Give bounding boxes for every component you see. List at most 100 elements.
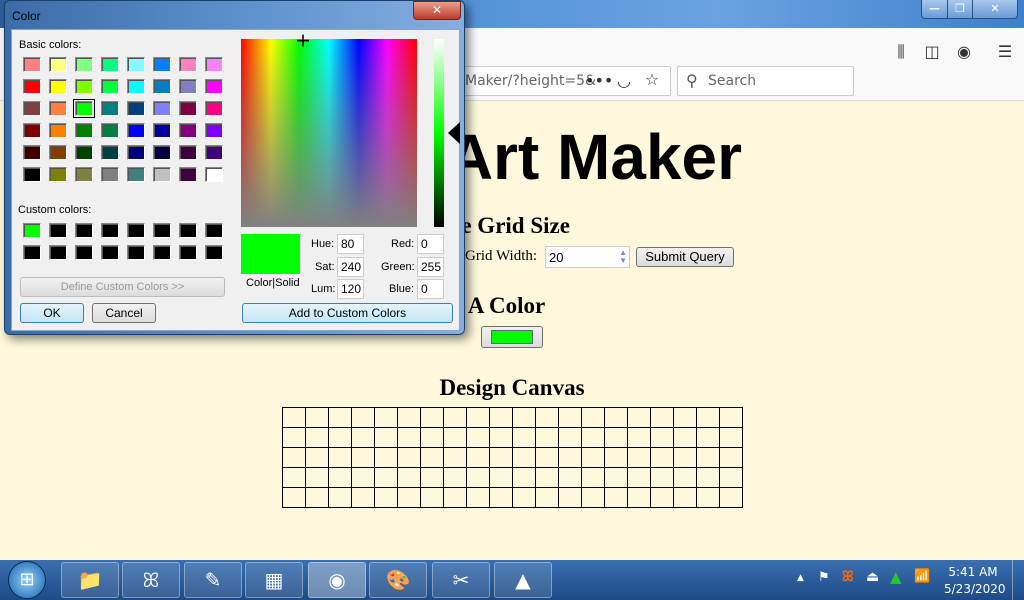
snipping-tool-icon[interactable]: ✂ — [432, 562, 490, 598]
design-canvas[interactable] — [282, 407, 743, 508]
canvas-cell[interactable] — [397, 447, 421, 468]
basic-color-swatch[interactable] — [23, 123, 41, 138]
basic-color-swatch[interactable] — [101, 57, 119, 72]
basic-color-swatch[interactable] — [127, 57, 145, 72]
canvas-cell[interactable] — [282, 427, 306, 448]
basic-color-swatch[interactable] — [23, 167, 41, 182]
show-desktop-button[interactable] — [1012, 560, 1024, 600]
canvas-cell[interactable] — [420, 467, 444, 488]
basic-color-swatch[interactable] — [49, 79, 67, 94]
usb-device-icon[interactable]: ⏏ — [866, 569, 879, 585]
add-to-custom-colors-button[interactable]: Add to Custom Colors — [242, 303, 453, 323]
basic-color-swatch[interactable] — [23, 101, 41, 116]
canvas-cell[interactable] — [627, 427, 651, 448]
star-icon[interactable]: ☆ — [641, 70, 663, 89]
basic-color-swatch[interactable] — [205, 101, 223, 116]
basic-color-swatch[interactable] — [49, 57, 67, 72]
basic-color-swatch[interactable] — [127, 145, 145, 160]
canvas-cell[interactable] — [351, 487, 375, 508]
basic-color-swatch[interactable] — [205, 79, 223, 94]
canvas-cell[interactable] — [351, 467, 375, 488]
basic-color-swatch[interactable] — [75, 167, 93, 182]
clock-date[interactable]: 5/23/2020 — [944, 582, 1006, 596]
hue-field[interactable]: 80 — [337, 234, 364, 254]
canvas-cell[interactable] — [351, 427, 375, 448]
basic-color-swatch[interactable] — [23, 57, 41, 72]
canvas-cell[interactable] — [535, 447, 559, 468]
clock-time[interactable]: 5:41 AM — [946, 565, 1000, 579]
basic-color-swatch[interactable] — [179, 167, 197, 182]
canvas-cell[interactable] — [696, 447, 720, 468]
canvas-cell[interactable] — [420, 447, 444, 468]
canvas-cell[interactable] — [489, 407, 513, 428]
basic-color-swatch[interactable] — [49, 167, 67, 182]
canvas-cell[interactable] — [535, 407, 559, 428]
canvas-cell[interactable] — [328, 487, 352, 508]
canvas-cell[interactable] — [489, 467, 513, 488]
canvas-cell[interactable] — [673, 467, 697, 488]
canvas-cell[interactable] — [489, 427, 513, 448]
canvas-cell[interactable] — [282, 487, 306, 508]
custom-color-swatch[interactable] — [49, 223, 67, 238]
spinner-icon[interactable]: ▲ ▼ — [619, 249, 627, 265]
restore-button[interactable]: ❐ — [947, 0, 973, 19]
luminosity-slider[interactable] — [434, 39, 444, 227]
color-spectrum[interactable]: ╺╋╸ — [241, 37, 417, 227]
basic-color-swatch[interactable] — [49, 101, 67, 116]
canvas-cell[interactable] — [558, 487, 582, 508]
basic-color-swatch[interactable] — [179, 145, 197, 160]
calculator-icon[interactable]: ▦ — [245, 562, 303, 598]
canvas-cell[interactable] — [282, 467, 306, 488]
basic-color-swatch[interactable] — [205, 123, 223, 138]
canvas-cell[interactable] — [374, 447, 398, 468]
canvas-cell[interactable] — [420, 427, 444, 448]
canvas-cell[interactable] — [466, 427, 490, 448]
canvas-cell[interactable] — [351, 407, 375, 428]
custom-color-swatch[interactable] — [101, 245, 119, 260]
canvas-cell[interactable] — [420, 487, 444, 508]
basic-color-swatch[interactable] — [153, 123, 171, 138]
canvas-cell[interactable] — [535, 487, 559, 508]
custom-color-swatch[interactable] — [153, 223, 171, 238]
canvas-cell[interactable] — [696, 407, 720, 428]
basic-color-swatch[interactable] — [23, 145, 41, 160]
red-field[interactable]: 0 — [417, 234, 444, 254]
paint-icon[interactable]: 🎨 — [369, 562, 427, 598]
canvas-cell[interactable] — [650, 487, 674, 508]
color-picker-input[interactable] — [481, 326, 543, 348]
blue-field[interactable]: 0 — [417, 279, 444, 299]
canvas-cell[interactable] — [627, 487, 651, 508]
canvas-cell[interactable] — [512, 407, 536, 428]
canvas-cell[interactable] — [604, 447, 628, 468]
canvas-cell[interactable] — [374, 467, 398, 488]
canvas-cell[interactable] — [604, 487, 628, 508]
canvas-cell[interactable] — [558, 407, 582, 428]
submit-button[interactable]: Submit Query — [636, 247, 734, 267]
sidebar-icon[interactable]: ◫ — [921, 42, 943, 61]
canvas-cell[interactable] — [719, 427, 743, 448]
canvas-cell[interactable] — [489, 487, 513, 508]
basic-color-swatch[interactable] — [205, 145, 223, 160]
more-icon[interactable]: ••• — [585, 71, 613, 90]
canvas-cell[interactable] — [282, 447, 306, 468]
canvas-cell[interactable] — [696, 487, 720, 508]
custom-color-swatch[interactable] — [127, 223, 145, 238]
canvas-cell[interactable] — [673, 447, 697, 468]
sat-field[interactable]: 240 — [337, 257, 364, 277]
canvas-cell[interactable] — [604, 407, 628, 428]
canvas-cell[interactable] — [650, 447, 674, 468]
canvas-cell[interactable] — [512, 427, 536, 448]
custom-color-swatch[interactable] — [23, 223, 41, 238]
canvas-cell[interactable] — [604, 427, 628, 448]
canvas-cell[interactable] — [443, 407, 467, 428]
basic-color-swatch[interactable] — [205, 57, 223, 72]
file-explorer-icon[interactable]: 📁 — [61, 562, 119, 598]
custom-color-swatch[interactable] — [179, 223, 197, 238]
custom-color-swatch[interactable] — [205, 223, 223, 238]
canvas-cell[interactable] — [420, 407, 444, 428]
sublime-icon[interactable]: ▲ — [494, 562, 552, 598]
canvas-cell[interactable] — [535, 427, 559, 448]
library-icon[interactable]: ⫼ — [890, 42, 912, 62]
canvas-cell[interactable] — [305, 427, 329, 448]
minimize-button[interactable]: — — [921, 0, 948, 19]
